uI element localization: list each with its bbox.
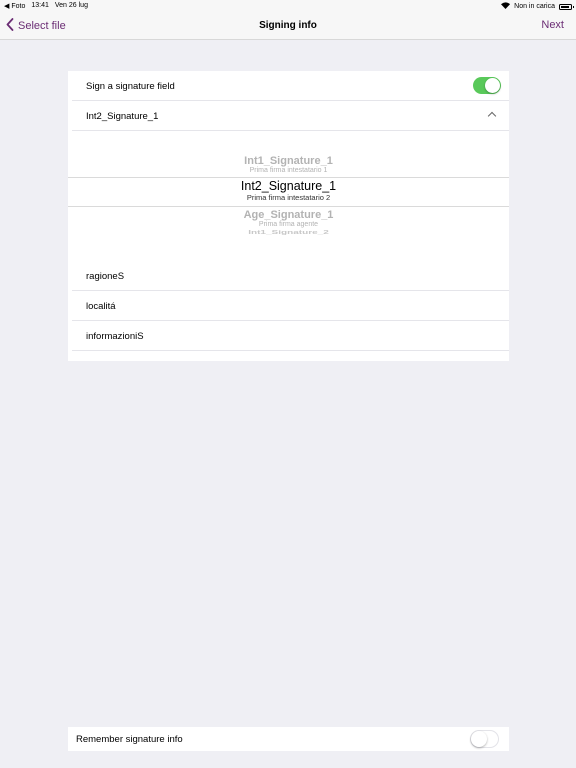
status-time: 13:41 (31, 2, 49, 9)
battery-icon (559, 3, 574, 10)
field-row-ragione[interactable]: ragioneS (68, 261, 509, 291)
field-label: localitá (86, 300, 116, 312)
picker-item[interactable]: Int1_Signature_1 Prima firma intestatari… (68, 155, 509, 174)
field-label: ragioneS (86, 270, 125, 282)
wifi-icon (501, 2, 511, 11)
field-row-informazioni[interactable]: informazioniS (68, 321, 509, 351)
back-to-app-link[interactable]: ◀ Foto (4, 2, 25, 10)
page-title: Signing info (259, 20, 317, 31)
signature-field-picker[interactable]: Int1_Signature_1 Prima firma intestatari… (68, 131, 509, 251)
navigation-bar: Select file Signing info Next (0, 12, 576, 40)
sign-field-toggle[interactable] (473, 77, 501, 94)
remember-signature-toggle[interactable] (470, 730, 499, 748)
next-button[interactable]: Next (541, 19, 564, 31)
selected-field-label: Int2_Signature_1 (86, 110, 159, 122)
remember-signature-row: Remember signature info (68, 727, 509, 751)
signing-info-card: Sign a signature field Int2_Signature_1 … (68, 71, 509, 361)
picker-item-selected[interactable]: Int2_Signature_1 Prima firma intestatari… (68, 179, 509, 202)
status-bar: ◀ Foto 13:41 Ven 26 lug Non in carica (0, 0, 576, 12)
charging-status: Non in carica (514, 3, 555, 10)
picker-item[interactable]: Age_Signature_1 Prima firma agente (68, 209, 509, 228)
field-row-localita[interactable]: localitá (68, 291, 509, 321)
status-date: Ven 26 lug (54, 2, 88, 9)
sign-field-row: Sign a signature field (68, 71, 509, 101)
sign-field-label: Sign a signature field (86, 80, 175, 92)
remember-signature-label: Remember signature info (76, 733, 183, 745)
picker-item[interactable]: Int1_Signature_2 (68, 230, 509, 236)
chevron-up-icon (487, 111, 497, 121)
selected-field-row[interactable]: Int2_Signature_1 (68, 101, 509, 131)
field-label: informazioniS (86, 330, 144, 342)
